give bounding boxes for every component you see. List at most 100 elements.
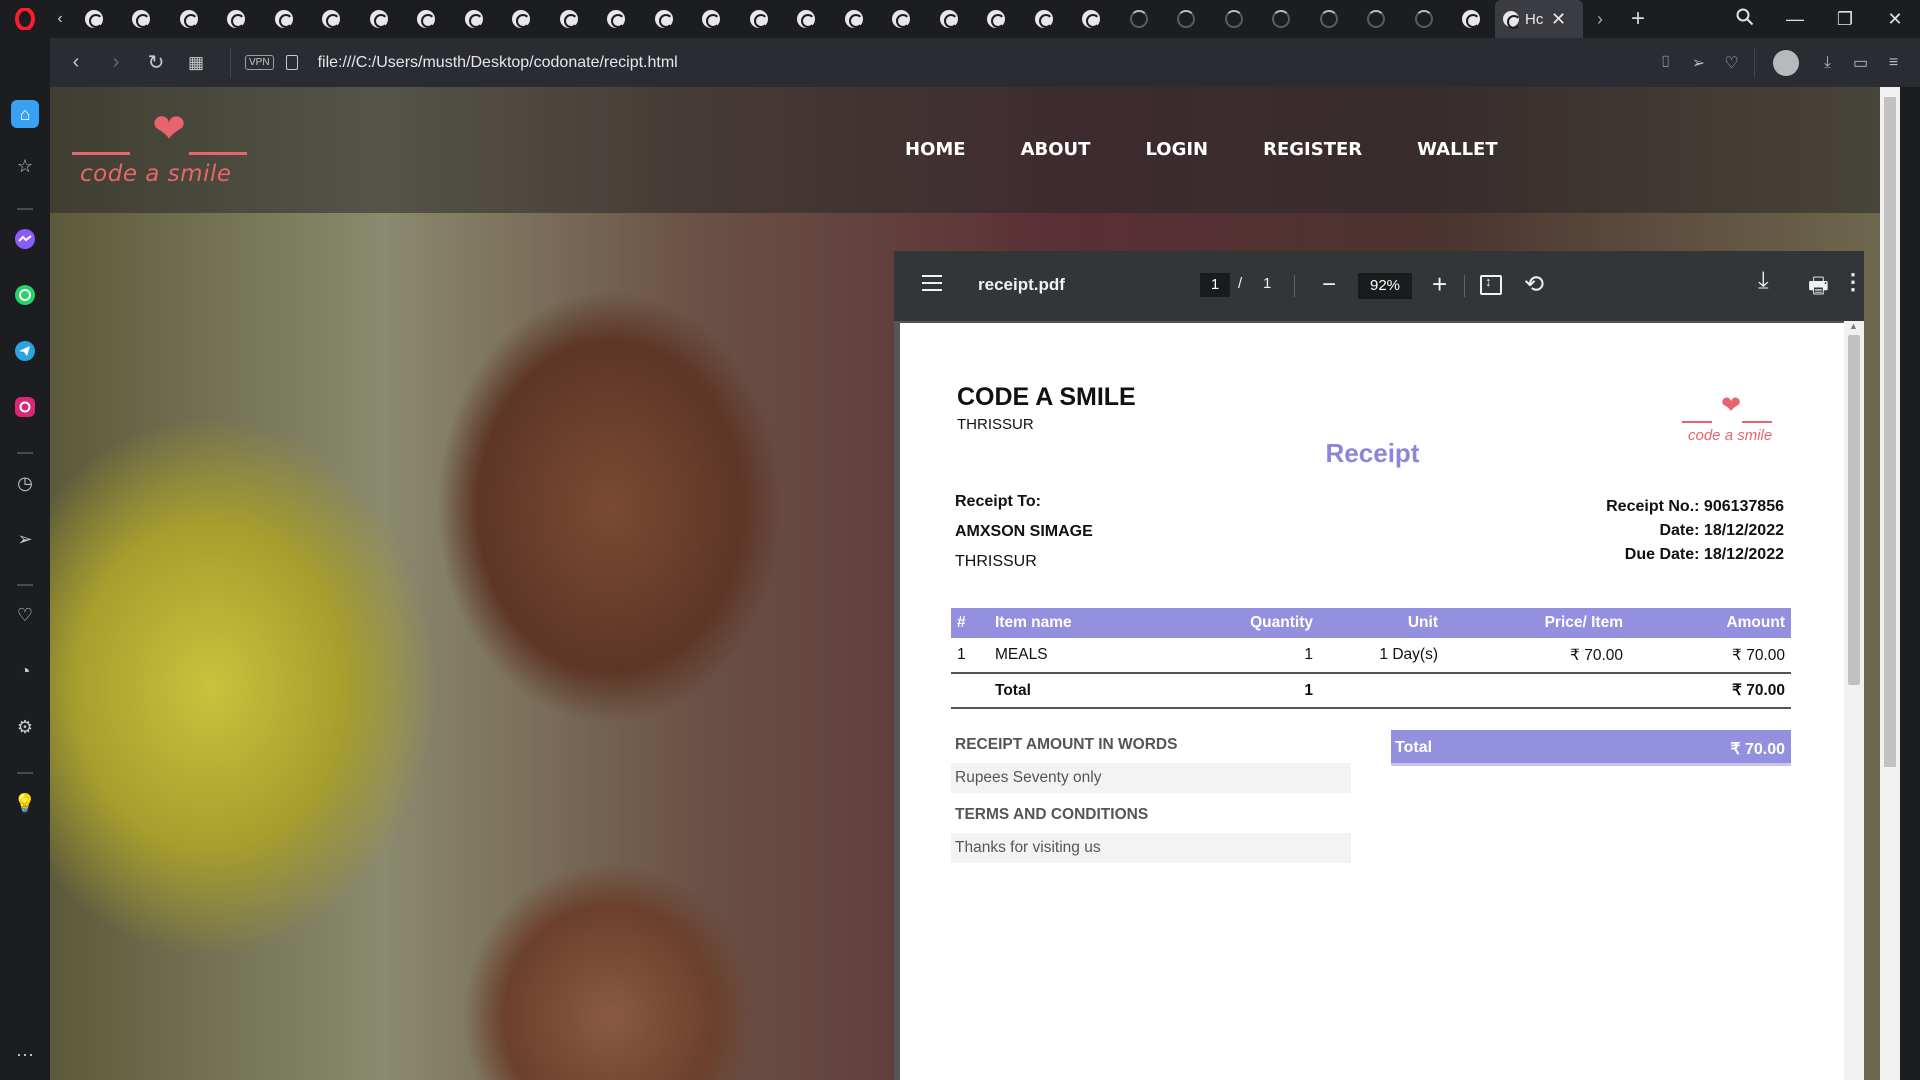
browser-tab[interactable] (545, 0, 593, 38)
browser-tab[interactable] (1258, 0, 1306, 38)
page-scroll-thumb[interactable] (1884, 97, 1896, 767)
zoom-in-icon[interactable]: + (1432, 269, 1447, 300)
site-header: ❤ code a smile HOME ABOUT LOGIN REGISTER… (50, 87, 1900, 213)
browser-tab[interactable] (118, 0, 166, 38)
browser-tab[interactable] (403, 0, 451, 38)
opera-logo-icon[interactable] (0, 0, 50, 38)
page-scrollbar[interactable] (1880, 87, 1900, 1080)
browser-tab[interactable] (308, 0, 356, 38)
browser-tab[interactable] (925, 0, 973, 38)
browser-tab[interactable] (640, 0, 688, 38)
pdf-scrollbar[interactable]: ▲ ▼ (1844, 321, 1864, 1080)
bookmarks-heart-icon[interactable]: ♡ (11, 601, 39, 629)
restore-icon[interactable]: ❐ (1820, 9, 1870, 30)
new-tab-icon[interactable]: + (1617, 5, 1659, 33)
forward-icon[interactable]: › (96, 51, 136, 74)
more-options-icon[interactable]: ⋯ (11, 1041, 39, 1069)
tab-overview-icon[interactable]: ▦ (176, 53, 216, 73)
tab-active[interactable]: Hc ✕ (1495, 0, 1583, 38)
send-icon[interactable]: ➢ (1682, 53, 1715, 73)
cell-unit: 1 Day(s) (1319, 638, 1444, 674)
browser-tab[interactable] (498, 0, 546, 38)
messenger-icon[interactable] (11, 225, 39, 253)
battery-saver-icon[interactable]: ▭ (1844, 53, 1877, 73)
tabs-scroll-right-icon[interactable]: › (1583, 9, 1617, 30)
cell-price: ₹ 70.00 (1444, 638, 1629, 674)
download-icon[interactable]: ⤓ (1758, 267, 1769, 295)
browser-tab[interactable] (1305, 0, 1353, 38)
pdf-filename: receipt.pdf (978, 275, 1065, 294)
receipt-to-name: AMXSON SIMAGE (955, 523, 1093, 540)
browser-tab[interactable] (1448, 0, 1496, 38)
file-page-icon[interactable] (285, 55, 298, 70)
close-window-icon[interactable]: ✕ (1870, 9, 1920, 30)
browser-tab[interactable] (1210, 0, 1258, 38)
pinboards-icon[interactable]: ☆ (11, 152, 39, 180)
browser-tab[interactable] (878, 0, 926, 38)
browser-tab[interactable] (260, 0, 308, 38)
zoom-out-icon[interactable]: − (1322, 271, 1336, 299)
pdf-zoom-input[interactable]: 92% (1358, 273, 1412, 299)
send-flow-icon[interactable]: ➢ (11, 525, 39, 553)
browser-tab[interactable] (593, 0, 641, 38)
pdf-menu-icon[interactable] (922, 275, 942, 295)
whatsapp-icon[interactable] (11, 281, 39, 309)
bookmark-heart-icon[interactable]: ♡ (1715, 53, 1748, 73)
search-tabs-icon[interactable] (1720, 8, 1770, 31)
profile-avatar-icon[interactable] (1773, 49, 1799, 76)
browser-tab[interactable] (1163, 0, 1211, 38)
site-logo[interactable]: ❤ code a smile (72, 109, 247, 199)
table-total-row: Total 1 ₹ 70.00 (951, 673, 1791, 709)
browser-tab[interactable] (165, 0, 213, 38)
browser-tab[interactable] (973, 0, 1021, 38)
url-field[interactable]: file:///C:/Users/musth/Desktop/codonate/… (318, 54, 678, 72)
downloads-icon[interactable]: ⤓ (1811, 54, 1844, 72)
logo-line (72, 152, 130, 155)
browser-tab[interactable] (70, 0, 118, 38)
minimize-icon[interactable]: — (1770, 9, 1820, 30)
pdf-scroll-thumb[interactable] (1848, 335, 1860, 685)
browser-tab[interactable] (450, 0, 498, 38)
nav-home[interactable]: HOME (905, 139, 966, 160)
col-header-quantity: Quantity (1189, 608, 1319, 638)
instagram-icon[interactable] (11, 393, 39, 421)
more-vert-icon[interactable]: ⋮ (1842, 269, 1864, 295)
tips-lightbulb-icon[interactable]: 💡 (11, 789, 39, 817)
pdf-page-input[interactable]: 1 (1200, 273, 1230, 297)
browser-tab[interactable] (213, 0, 261, 38)
logo-line (1682, 421, 1712, 423)
browser-tab[interactable] (830, 0, 878, 38)
browser-tab[interactable] (688, 0, 736, 38)
pdf-viewer: receipt.pdf 1 / 1 − 92% + ⟲ ⤓ 🖶 ⋮ CODE A… (894, 251, 1864, 1080)
snapshot-camera-icon[interactable]: ⌷ (1649, 54, 1682, 72)
globe-icon (749, 10, 768, 28)
nav-wallet[interactable]: WALLET (1417, 139, 1498, 160)
browser-tab[interactable] (1020, 0, 1068, 38)
browser-tab[interactable] (735, 0, 783, 38)
pdf-page-separator: / (1238, 275, 1243, 292)
fit-to-page-icon[interactable] (1480, 274, 1502, 295)
print-icon[interactable]: 🖶 (1808, 269, 1829, 307)
back-icon[interactable]: ‹ (56, 51, 96, 74)
player-icon[interactable]: ◷ (11, 469, 39, 497)
home-speeddial-icon[interactable]: ⌂ (11, 100, 39, 128)
browser-tab[interactable] (1353, 0, 1401, 38)
history-clock-icon[interactable]: ◔ (11, 657, 39, 685)
browser-tab[interactable] (1068, 0, 1116, 38)
nav-login[interactable]: LOGIN (1145, 139, 1208, 160)
browser-tab[interactable] (783, 0, 831, 38)
tabs-scroll-left-icon[interactable]: ‹ (50, 10, 70, 28)
vpn-badge[interactable]: VPN (245, 55, 274, 70)
settings-gear-icon[interactable]: ⚙ (11, 713, 39, 741)
reload-icon[interactable]: ↻ (136, 50, 176, 75)
telegram-icon[interactable] (11, 337, 39, 365)
nav-about[interactable]: ABOUT (1021, 139, 1091, 160)
scroll-up-arrow-icon[interactable]: ▲ (1849, 321, 1858, 331)
rotate-icon[interactable]: ⟲ (1524, 270, 1544, 299)
tab-close-icon[interactable]: ✕ (1551, 9, 1566, 30)
browser-tab[interactable] (1400, 0, 1448, 38)
easy-setup-icon[interactable]: ≡ (1877, 54, 1910, 72)
browser-tab[interactable] (1115, 0, 1163, 38)
browser-tab[interactable] (355, 0, 403, 38)
nav-register[interactable]: REGISTER (1263, 139, 1362, 160)
